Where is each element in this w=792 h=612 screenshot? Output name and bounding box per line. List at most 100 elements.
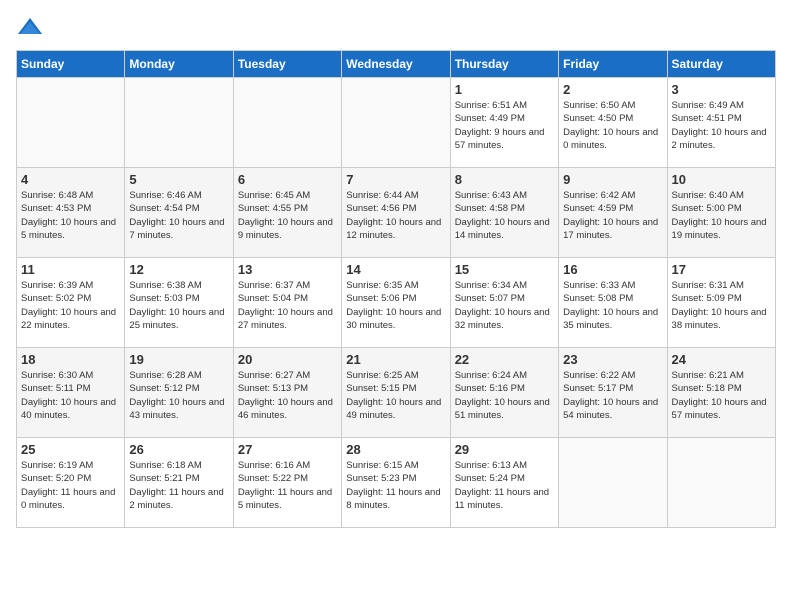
- calendar-cell: [667, 438, 775, 528]
- day-info: Sunrise: 6:28 AMSunset: 5:12 PMDaylight:…: [129, 369, 228, 422]
- day-number: 24: [672, 352, 771, 367]
- day-info: Sunrise: 6:40 AMSunset: 5:00 PMDaylight:…: [672, 189, 771, 242]
- calendar-cell: 12 Sunrise: 6:38 AMSunset: 5:03 PMDayligh…: [125, 258, 233, 348]
- calendar-week-4: 18Sunrise: 6:30 AMSunset: 5:11 PMDayligh…: [17, 348, 776, 438]
- day-info: Sunrise: 6:21 AMSunset: 5:18 PMDaylight:…: [672, 369, 771, 422]
- day-info: Sunrise: 6:43 AMSunset: 4:58 PMDaylight:…: [455, 189, 554, 242]
- day-number: 14: [346, 262, 445, 277]
- weekday-monday: Monday: [125, 51, 233, 78]
- day-number: 17: [672, 262, 771, 277]
- calendar-week-1: 1 Sunrise: 6:51 AMSunset: 4:49 PMDaylight…: [17, 78, 776, 168]
- calendar-cell: 4Sunrise: 6:48 AMSunset: 4:53 PMDaylight…: [17, 168, 125, 258]
- day-number: 10: [672, 172, 771, 187]
- calendar-cell: [125, 78, 233, 168]
- calendar-week-5: 25 Sunrise: 6:19 AMSunset: 5:20 PMDayligh…: [17, 438, 776, 528]
- day-number: 9: [563, 172, 662, 187]
- day-info: Sunrise: 6:49 AMSunset: 4:51 PMDaylight:…: [672, 99, 771, 152]
- day-number: 25: [21, 442, 120, 457]
- calendar-cell: 7 Sunrise: 6:44 AMSunset: 4:56 PMDaylight…: [342, 168, 450, 258]
- calendar-cell: 16 Sunrise: 6:33 AMSunset: 5:08 PMDayligh…: [559, 258, 667, 348]
- calendar-cell: 10 Sunrise: 6:40 AMSunset: 5:00 PMDayligh…: [667, 168, 775, 258]
- day-info: Sunrise: 6:16 AMSunset: 5:22 PMDaylight:…: [238, 459, 337, 512]
- calendar-cell: [233, 78, 341, 168]
- calendar-cell: 18Sunrise: 6:30 AMSunset: 5:11 PMDayligh…: [17, 348, 125, 438]
- logo-icon: [16, 16, 44, 38]
- calendar-cell: 14 Sunrise: 6:35 AMSunset: 5:06 PMDayligh…: [342, 258, 450, 348]
- day-number: 21: [346, 352, 445, 367]
- calendar-cell: 17 Sunrise: 6:31 AMSunset: 5:09 PMDayligh…: [667, 258, 775, 348]
- day-number: 11: [21, 262, 120, 277]
- day-info: Sunrise: 6:18 AMSunset: 5:21 PMDaylight:…: [129, 459, 228, 512]
- day-number: 7: [346, 172, 445, 187]
- day-info: Sunrise: 6:25 AMSunset: 5:15 PMDaylight:…: [346, 369, 445, 422]
- day-info: Sunrise: 6:37 AMSunset: 5:04 PMDaylight:…: [238, 279, 337, 332]
- day-info: Sunrise: 6:19 AMSunset: 5:20 PMDaylight:…: [21, 459, 120, 512]
- day-info: Sunrise: 6:34 AMSunset: 5:07 PMDaylight:…: [455, 279, 554, 332]
- calendar-cell: [17, 78, 125, 168]
- calendar-cell: 3 Sunrise: 6:49 AMSunset: 4:51 PMDaylight…: [667, 78, 775, 168]
- day-number: 22: [455, 352, 554, 367]
- weekday-wednesday: Wednesday: [342, 51, 450, 78]
- day-info: Sunrise: 6:50 AMSunset: 4:50 PMDaylight:…: [563, 99, 662, 152]
- day-info: Sunrise: 6:38 AMSunset: 5:03 PMDaylight:…: [129, 279, 228, 332]
- day-number: 23: [563, 352, 662, 367]
- calendar-cell: 20Sunrise: 6:27 AMSunset: 5:13 PMDayligh…: [233, 348, 341, 438]
- day-number: 28: [346, 442, 445, 457]
- day-number: 20: [238, 352, 337, 367]
- calendar-cell: 5 Sunrise: 6:46 AMSunset: 4:54 PMDaylight…: [125, 168, 233, 258]
- day-info: Sunrise: 6:46 AMSunset: 4:54 PMDaylight:…: [129, 189, 228, 242]
- calendar-cell: 24 Sunrise: 6:21 AMSunset: 5:18 PMDayligh…: [667, 348, 775, 438]
- day-info: Sunrise: 6:22 AMSunset: 5:17 PMDaylight:…: [563, 369, 662, 422]
- day-number: 19: [129, 352, 228, 367]
- day-info: Sunrise: 6:45 AMSunset: 4:55 PMDaylight:…: [238, 189, 337, 242]
- calendar-cell: 2Sunrise: 6:50 AMSunset: 4:50 PMDaylight…: [559, 78, 667, 168]
- day-info: Sunrise: 6:35 AMSunset: 5:06 PMDaylight:…: [346, 279, 445, 332]
- calendar-cell: 21 Sunrise: 6:25 AMSunset: 5:15 PMDayligh…: [342, 348, 450, 438]
- calendar-body: 1 Sunrise: 6:51 AMSunset: 4:49 PMDaylight…: [17, 78, 776, 528]
- day-number: 18: [21, 352, 120, 367]
- day-info: Sunrise: 6:42 AMSunset: 4:59 PMDaylight:…: [563, 189, 662, 242]
- day-number: 29: [455, 442, 554, 457]
- day-info: Sunrise: 6:15 AMSunset: 5:23 PMDaylight:…: [346, 459, 445, 512]
- day-info: Sunrise: 6:51 AMSunset: 4:49 PMDaylight:…: [455, 99, 554, 152]
- day-number: 1: [455, 82, 554, 97]
- day-number: 27: [238, 442, 337, 457]
- day-info: Sunrise: 6:31 AMSunset: 5:09 PMDaylight:…: [672, 279, 771, 332]
- calendar-cell: 11 Sunrise: 6:39 AMSunset: 5:02 PMDayligh…: [17, 258, 125, 348]
- page-header: [16, 16, 776, 38]
- calendar-cell: 28 Sunrise: 6:15 AMSunset: 5:23 PMDayligh…: [342, 438, 450, 528]
- weekday-saturday: Saturday: [667, 51, 775, 78]
- day-info: Sunrise: 6:44 AMSunset: 4:56 PMDaylight:…: [346, 189, 445, 242]
- day-number: 26: [129, 442, 228, 457]
- day-number: 13: [238, 262, 337, 277]
- calendar-cell: 13 Sunrise: 6:37 AMSunset: 5:04 PMDayligh…: [233, 258, 341, 348]
- calendar-cell: 9 Sunrise: 6:42 AMSunset: 4:59 PMDaylight…: [559, 168, 667, 258]
- calendar-cell: 6Sunrise: 6:45 AMSunset: 4:55 PMDaylight…: [233, 168, 341, 258]
- calendar-table: SundayMondayTuesdayWednesdayThursdayFrid…: [16, 50, 776, 528]
- day-info: Sunrise: 6:48 AMSunset: 4:53 PMDaylight:…: [21, 189, 120, 242]
- day-info: Sunrise: 6:39 AMSunset: 5:02 PMDaylight:…: [21, 279, 120, 332]
- day-info: Sunrise: 6:33 AMSunset: 5:08 PMDaylight:…: [563, 279, 662, 332]
- calendar-cell: 15 Sunrise: 6:34 AMSunset: 5:07 PMDayligh…: [450, 258, 558, 348]
- weekday-header-row: SundayMondayTuesdayWednesdayThursdayFrid…: [17, 51, 776, 78]
- day-number: 3: [672, 82, 771, 97]
- calendar-week-3: 11 Sunrise: 6:39 AMSunset: 5:02 PMDayligh…: [17, 258, 776, 348]
- day-info: Sunrise: 6:13 AMSunset: 5:24 PMDaylight:…: [455, 459, 554, 512]
- calendar-cell: 1 Sunrise: 6:51 AMSunset: 4:49 PMDaylight…: [450, 78, 558, 168]
- calendar-cell: [559, 438, 667, 528]
- weekday-sunday: Sunday: [17, 51, 125, 78]
- logo: [16, 16, 48, 38]
- calendar-cell: 22Sunrise: 6:24 AMSunset: 5:16 PMDayligh…: [450, 348, 558, 438]
- calendar-week-2: 4Sunrise: 6:48 AMSunset: 4:53 PMDaylight…: [17, 168, 776, 258]
- calendar-cell: 26 Sunrise: 6:18 AMSunset: 5:21 PMDayligh…: [125, 438, 233, 528]
- weekday-friday: Friday: [559, 51, 667, 78]
- weekday-tuesday: Tuesday: [233, 51, 341, 78]
- calendar-cell: [342, 78, 450, 168]
- calendar-cell: 27 Sunrise: 6:16 AMSunset: 5:22 PMDayligh…: [233, 438, 341, 528]
- day-number: 8: [455, 172, 554, 187]
- day-number: 5: [129, 172, 228, 187]
- weekday-thursday: Thursday: [450, 51, 558, 78]
- day-number: 16: [563, 262, 662, 277]
- day-number: 12: [129, 262, 228, 277]
- day-number: 15: [455, 262, 554, 277]
